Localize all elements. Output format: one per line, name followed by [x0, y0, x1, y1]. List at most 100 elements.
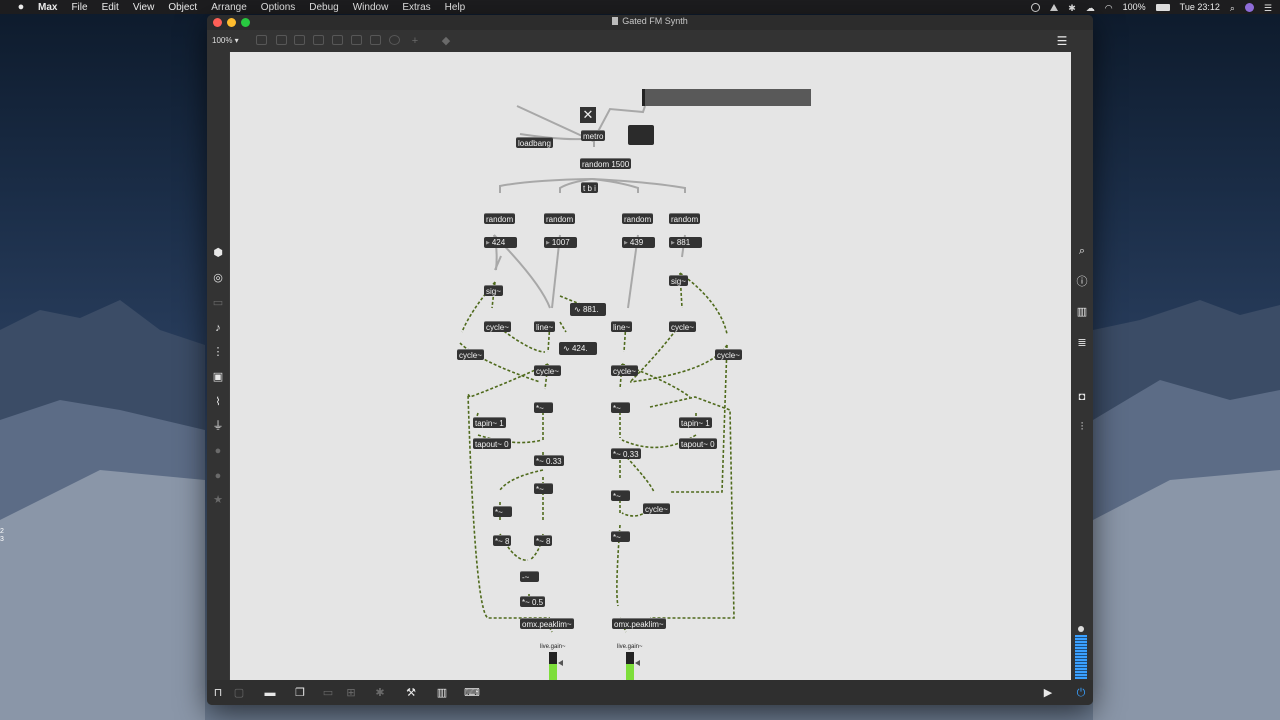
object-random-1500[interactable]: random 1500: [580, 158, 632, 169]
menu-debug[interactable]: Debug: [309, 2, 338, 13]
object-random[interactable]: random: [669, 213, 701, 224]
object-peaklim[interactable]: omx.peaklim~: [612, 618, 666, 629]
menu-help[interactable]: Help: [445, 2, 466, 13]
packages-icon[interactable]: ⬢: [210, 247, 226, 259]
number-box[interactable]: 424: [484, 237, 517, 248]
cloud-icon[interactable]: ☁: [1086, 3, 1095, 13]
wrench-icon[interactable]: ⚒: [403, 687, 419, 699]
battery-icon[interactable]: [1155, 3, 1170, 11]
number-box[interactable]: 881: [669, 237, 702, 248]
gain-arrow-icon[interactable]: [558, 660, 563, 666]
object-sig[interactable]: sig~: [484, 285, 503, 296]
plug-icon[interactable]: ⏚: [210, 420, 226, 432]
star-icon[interactable]: ★: [210, 494, 226, 506]
object-metro[interactable]: metro: [581, 130, 606, 141]
function-graph[interactable]: [628, 125, 654, 145]
debug-icon[interactable]: ✱: [372, 687, 388, 699]
number-box-icon[interactable]: [351, 35, 362, 45]
bluetooth-icon[interactable]: ✱: [1068, 3, 1076, 13]
comment-icon[interactable]: [294, 35, 305, 45]
menu-options[interactable]: Options: [261, 2, 295, 13]
menu-object[interactable]: Object: [168, 2, 197, 13]
monitor-icon[interactable]: ▬: [262, 687, 278, 699]
menu-file[interactable]: File: [71, 2, 87, 13]
menu-arrange[interactable]: Arrange: [211, 2, 247, 13]
object-cycle[interactable]: cycle~: [669, 321, 696, 332]
menu-lines-icon[interactable]: ☰: [1054, 35, 1070, 47]
list-icon[interactable]: ≣: [1074, 337, 1090, 349]
drive-icon[interactable]: [1050, 3, 1059, 11]
button-icon[interactable]: [313, 35, 324, 45]
object-tapin[interactable]: tapin~ 1: [679, 417, 712, 428]
object-multiply-05[interactable]: *~ 0.5: [520, 596, 546, 607]
clock[interactable]: Tue 23:12: [1180, 2, 1220, 12]
play-icon[interactable]: ▶: [1040, 687, 1056, 699]
menu-window[interactable]: Window: [353, 2, 389, 13]
number-box[interactable]: 1007: [544, 237, 577, 248]
menu-extras[interactable]: Extras: [402, 2, 430, 13]
signal-number[interactable]: ∿ 881.: [570, 303, 606, 316]
paperclip-icon[interactable]: ⌇: [210, 396, 226, 408]
live-gain-meter[interactable]: [549, 652, 563, 680]
patcher-canvas[interactable]: ✕ loadbang metro random 1500 t b i rando…: [230, 52, 1071, 680]
object-multiply[interactable]: *~: [534, 402, 553, 413]
object-tapin[interactable]: tapin~ 1: [473, 417, 506, 428]
object-loadbang[interactable]: loadbang: [516, 137, 553, 148]
slider-icon[interactable]: [370, 35, 381, 45]
window-icon[interactable]: ▭: [210, 297, 226, 309]
piano-icon[interactable]: ▥: [434, 687, 450, 699]
object-trigger[interactable]: t b i: [581, 182, 598, 193]
title-bar[interactable]: Gated FM Synth: [207, 15, 1093, 30]
siri-icon[interactable]: [1244, 2, 1254, 12]
toggle-icon[interactable]: [332, 35, 343, 45]
object-cycle[interactable]: cycle~: [457, 349, 484, 360]
object-random[interactable]: random: [544, 213, 576, 224]
presentation-icon[interactable]: ▢: [231, 687, 247, 699]
new-object-icon[interactable]: [256, 35, 267, 45]
object-sig[interactable]: sig~: [669, 275, 688, 286]
object-multiply-033[interactable]: *~ 0.33: [534, 455, 564, 466]
live-gain-meter[interactable]: [626, 652, 640, 680]
mixer-icon[interactable]: ⫶: [1074, 421, 1090, 433]
object-tapout[interactable]: tapout~ 0: [473, 438, 511, 449]
help-circle-icon[interactable]: ●: [210, 445, 226, 457]
menu-edit[interactable]: Edit: [102, 2, 119, 13]
image-icon[interactable]: ▣: [210, 371, 226, 383]
add-object-icon[interactable]: +: [407, 35, 423, 47]
object-multiply[interactable]: *~: [493, 506, 512, 517]
object-cycle[interactable]: cycle~: [715, 349, 742, 360]
layers-icon[interactable]: ▭: [320, 687, 336, 699]
menu-app-max[interactable]: Max: [38, 2, 57, 13]
notification-center-icon[interactable]: ☰: [1264, 3, 1272, 13]
object-line[interactable]: line~: [534, 321, 556, 332]
info-icon[interactable]: ⓘ: [1074, 276, 1090, 288]
message-box-icon[interactable]: [276, 35, 287, 45]
number-box[interactable]: 439: [622, 237, 655, 248]
zoom-menu[interactable]: 100% ▾: [212, 36, 239, 45]
menu-view[interactable]: View: [133, 2, 155, 13]
wifi-icon[interactable]: ◠: [1105, 3, 1113, 13]
stop-toggle[interactable]: ✕: [580, 107, 596, 123]
grid-icon[interactable]: ⊞: [343, 687, 359, 699]
target-icon[interactable]: ◎: [210, 272, 226, 284]
spotlight-search-icon[interactable]: ⌕: [1230, 3, 1235, 13]
object-multiply[interactable]: *~: [611, 531, 630, 542]
object-multiply[interactable]: *~: [611, 402, 630, 413]
lock-icon[interactable]: ⊓: [210, 687, 226, 699]
object-multiply-8[interactable]: *~ 8: [534, 535, 553, 546]
clock-icon[interactable]: ●: [210, 470, 226, 482]
music-note-icon[interactable]: ♪: [210, 322, 226, 334]
power-icon[interactable]: ⏻: [1073, 687, 1089, 699]
gate-slider[interactable]: [642, 89, 811, 106]
book-icon[interactable]: ▥: [1074, 306, 1090, 318]
meter-knob[interactable]: [1078, 626, 1084, 632]
object-random[interactable]: random: [484, 213, 516, 224]
object-peaklim[interactable]: omx.peaklim~: [520, 618, 574, 629]
paint-icon[interactable]: ◆: [438, 35, 454, 47]
object-multiply-8[interactable]: *~ 8: [493, 535, 512, 546]
windows-icon[interactable]: ❐: [292, 687, 308, 699]
keyboard-icon[interactable]: ⌨: [464, 687, 480, 699]
object-multiply[interactable]: *~: [611, 490, 630, 501]
signal-number[interactable]: ∿ 424.: [559, 342, 597, 355]
signal-icon[interactable]: ⋮: [210, 346, 226, 358]
